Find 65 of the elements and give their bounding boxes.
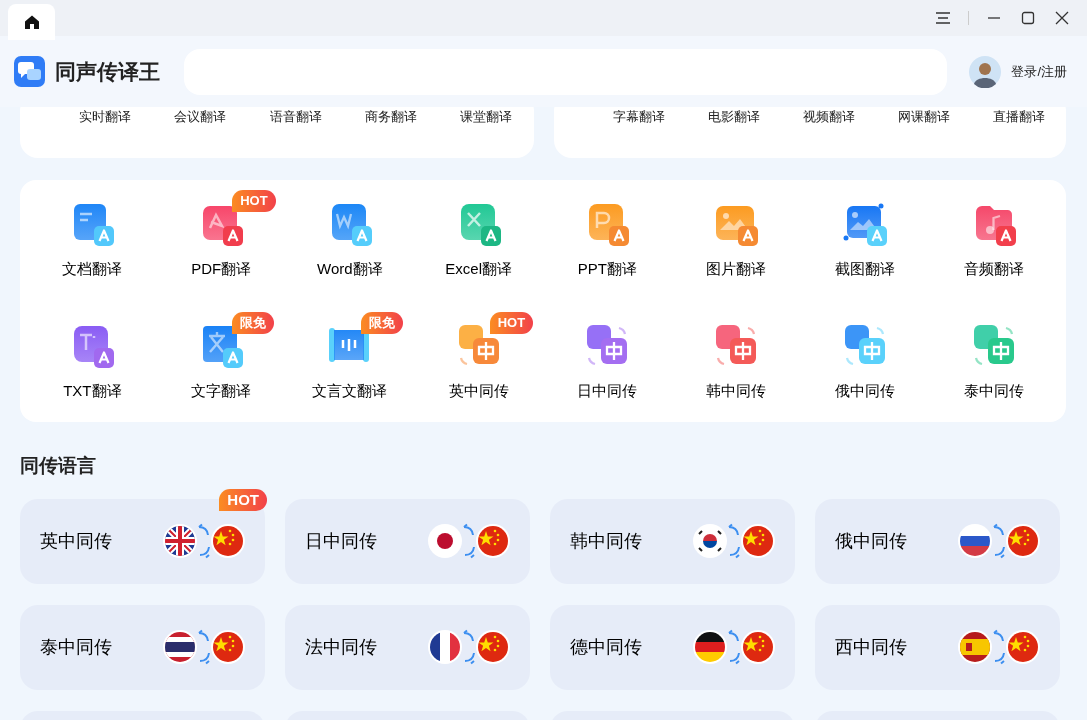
flag-icon [1006, 524, 1040, 558]
swap-icon [727, 523, 741, 559]
home-icon [23, 14, 40, 30]
flag-icon [211, 524, 245, 558]
flag-icon [693, 524, 727, 558]
flag-icon [741, 524, 775, 558]
login-link[interactable]: 登录/注册 [1011, 61, 1067, 82]
swap-icon [197, 523, 211, 559]
feature-link[interactable]: 实时翻译 [57, 107, 153, 127]
language-card[interactable]: 泰中同传 [20, 604, 265, 690]
tool-button[interactable]: 图片翻译 [706, 200, 767, 300]
tool-button[interactable]: 韩中同传 [706, 322, 767, 422]
language-card[interactable]: 西中同传 [815, 604, 1060, 690]
avatar[interactable] [969, 55, 1002, 88]
swap-icon [197, 629, 211, 665]
section-heading: 同传语言 [20, 454, 97, 478]
logo-icon [14, 56, 45, 87]
language-card[interactable]: 俄中同传 [815, 498, 1060, 584]
feature-link[interactable]: 电影翻译 [686, 107, 781, 127]
tool-button[interactable]: 文档翻译 [62, 200, 123, 300]
swap-icon [462, 523, 476, 559]
tool-button[interactable]: PPT翻译 [577, 200, 637, 300]
feature-link[interactable]: 视频翻译 [781, 107, 876, 127]
swap-icon [992, 629, 1006, 665]
language-card[interactable]: 日中同传 [285, 498, 530, 584]
promo-badge: HOT [489, 312, 534, 334]
swap-icon [992, 523, 1006, 559]
flag-icon [1006, 630, 1040, 664]
flag-icon [693, 630, 727, 664]
language-card[interactable]: 韩中同传 [550, 498, 795, 584]
app-title: 同声传译王 [55, 58, 160, 85]
tool-button[interactable]: 音频翻译 [963, 200, 1024, 300]
flag-icon [163, 630, 197, 664]
tool-button[interactable]: 俄中同传 [834, 322, 895, 422]
flag-icon [428, 630, 462, 664]
flag-icon [958, 630, 992, 664]
swap-icon [462, 629, 476, 665]
flag-icon [163, 524, 197, 558]
flag-icon [476, 524, 510, 558]
language-card[interactable]: 德中同传 [550, 604, 795, 690]
language-card[interactable]: 法中同传 [285, 604, 530, 690]
tool-button[interactable]: 日中同传 [577, 322, 638, 422]
home-tab[interactable] [8, 4, 55, 40]
promo-badge: 限免 [232, 312, 275, 334]
flag-icon [428, 524, 462, 558]
tool-button[interactable]: Excel翻译 [445, 200, 512, 300]
flag-icon [958, 524, 992, 558]
flag-icon [211, 630, 245, 664]
promo-badge: HOT [232, 190, 276, 212]
tool-button[interactable]: TXT翻译 [63, 322, 122, 422]
tool-button[interactable]: 截图翻译 [834, 200, 895, 300]
tool-button[interactable]: 泰中同传 [963, 322, 1024, 422]
feature-link[interactable]: 商务翻译 [343, 107, 439, 127]
feature-link[interactable]: 字幕翻译 [591, 107, 686, 127]
promo-badge: 限免 [360, 312, 403, 334]
flag-icon [741, 630, 775, 664]
feature-link[interactable]: 会议翻译 [152, 107, 248, 127]
feature-link[interactable]: 直播翻译 [971, 107, 1066, 127]
promo-badge: HOT [219, 488, 267, 511]
feature-link[interactable]: 课堂翻译 [438, 107, 535, 127]
tool-button[interactable]: Word翻译 [317, 200, 383, 300]
flag-icon [476, 630, 510, 664]
swap-icon [727, 629, 741, 665]
feature-link[interactable]: 语音翻译 [247, 107, 344, 127]
feature-link[interactable]: 网课翻译 [876, 107, 971, 127]
